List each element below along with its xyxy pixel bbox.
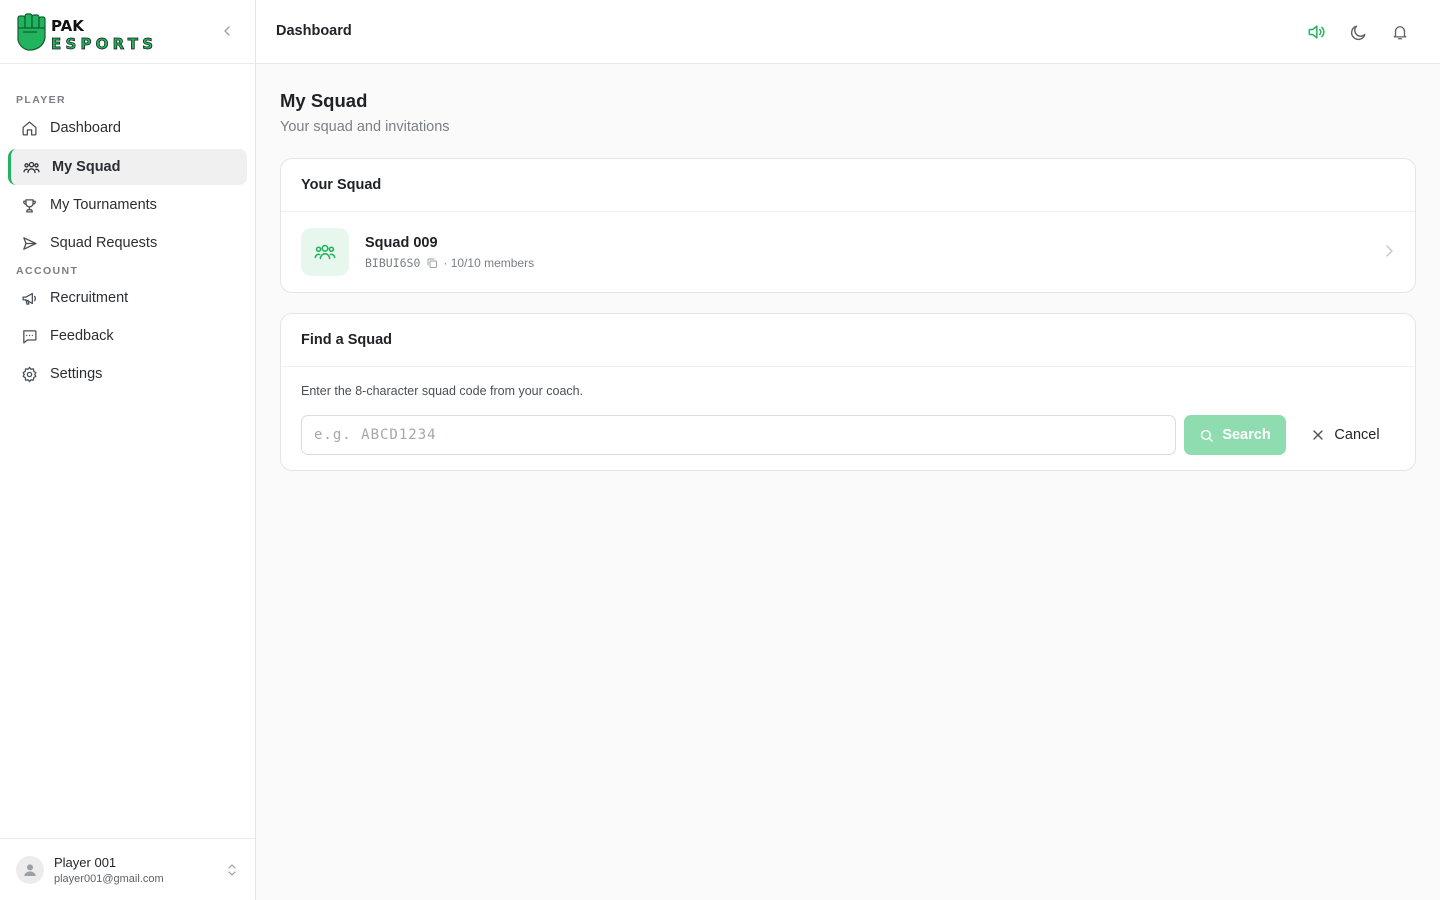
sidebar-item-label: Dashboard xyxy=(50,120,121,136)
page-subtitle: Your squad and invitations xyxy=(280,119,450,135)
find-squad-heading: Find a Squad xyxy=(281,314,1415,367)
squad-name: Squad 009 xyxy=(365,235,438,251)
search-icon xyxy=(1199,428,1214,443)
squad-code: BIBUI6S0 xyxy=(365,256,421,270)
user-icon xyxy=(24,863,36,876)
close-icon xyxy=(1312,429,1324,441)
squad-avatar xyxy=(301,228,349,276)
section-label-player: PLAYER xyxy=(16,94,67,106)
sidebar-item-label: Settings xyxy=(50,366,103,382)
home-icon xyxy=(20,119,38,137)
sidebar-item-label: Recruitment xyxy=(50,290,129,306)
squad-meta: BIBUI6S0 · 10/10 members xyxy=(365,256,534,270)
sound-toggle-button[interactable] xyxy=(1303,19,1329,45)
chevrons-up-down-icon xyxy=(228,864,236,876)
your-squad-card: Your Squad Squad 009 BIBUI6S0 · 10/10 me… xyxy=(280,158,1416,293)
bell-icon xyxy=(1393,26,1407,40)
find-squad-card: Find a Squad Enter the 8-character squad… xyxy=(280,313,1416,471)
svg-text:ESPORTS: ESPORTS xyxy=(51,35,153,52)
chevron-right-icon xyxy=(1386,245,1393,257)
svg-text:PAK: PAK xyxy=(51,17,85,35)
your-squad-heading: Your Squad xyxy=(281,159,1415,212)
sidebar-item-squad-requests[interactable]: Squad Requests xyxy=(8,225,247,261)
sidebar-item-label: Feedback xyxy=(50,328,114,344)
speaker-icon xyxy=(1308,25,1325,39)
sidebar-item-feedback[interactable]: Feedback xyxy=(8,318,247,354)
avatar xyxy=(16,855,44,884)
gear-icon xyxy=(20,365,38,383)
moon-icon xyxy=(1350,24,1366,40)
sidebar-item-label: Squad Requests xyxy=(50,235,158,251)
user-name: Player 001 xyxy=(54,854,117,870)
message-icon xyxy=(20,327,38,345)
find-squad-help: Enter the 8-character squad code from yo… xyxy=(301,384,584,398)
sidebar-item-my-squad[interactable]: My Squad xyxy=(8,149,247,185)
search-button-label: Search xyxy=(1222,427,1271,443)
user-email: player001@gmail.com xyxy=(54,872,164,885)
user-menu[interactable]: Player 001 player001@gmail.com xyxy=(0,838,255,900)
users-icon xyxy=(22,158,40,176)
chevron-left-icon xyxy=(224,26,230,36)
sidebar-item-my-tournaments[interactable]: My Tournaments xyxy=(8,187,247,223)
users-icon xyxy=(314,244,336,260)
theme-toggle-button[interactable] xyxy=(1345,19,1371,45)
notifications-button[interactable] xyxy=(1387,19,1413,45)
cancel-button-label: Cancel xyxy=(1334,427,1380,443)
sidebar-item-settings[interactable]: Settings xyxy=(8,356,247,392)
sidebar-item-dashboard[interactable]: Dashboard xyxy=(8,110,247,146)
sidebar-item-recruitment[interactable]: Recruitment xyxy=(8,280,247,316)
trophy-icon xyxy=(20,196,38,214)
sidebar-item-label: My Squad xyxy=(52,159,121,175)
copy-code-button[interactable] xyxy=(426,257,438,269)
send-icon xyxy=(20,234,38,252)
pak-esports-logo[interactable]: PAK ESPORTS xyxy=(15,12,155,52)
squad-members: · 10/10 members xyxy=(443,256,535,270)
squad-code-input[interactable] xyxy=(301,415,1176,455)
copy-icon xyxy=(427,258,438,268)
squad-row[interactable]: Squad 009 BIBUI6S0 · 10/10 members xyxy=(281,212,1415,292)
breadcrumb[interactable]: Dashboard xyxy=(276,23,352,39)
cancel-button[interactable]: Cancel xyxy=(1301,415,1391,455)
search-button[interactable]: Search xyxy=(1184,415,1286,455)
section-label-account: ACCOUNT xyxy=(16,265,79,277)
sidebar-header: PAK ESPORTS xyxy=(0,0,255,64)
sidebar-item-label: My Tournaments xyxy=(50,197,157,213)
topbar: Dashboard xyxy=(256,0,1440,64)
page-title: My Squad xyxy=(280,90,368,111)
megaphone-icon xyxy=(20,289,38,307)
collapse-sidebar-button[interactable] xyxy=(216,20,238,42)
sidebar: PAK ESPORTS PLAYER Dashboard My Squad My… xyxy=(0,0,256,900)
